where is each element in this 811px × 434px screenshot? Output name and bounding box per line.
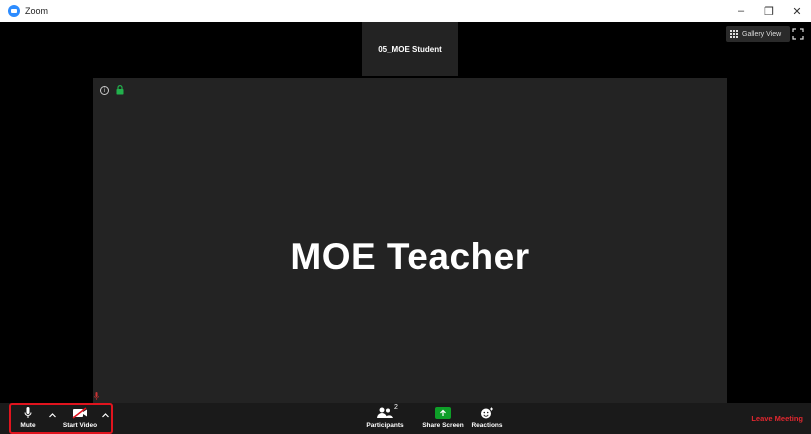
participants-button[interactable]: Participants bbox=[362, 403, 408, 434]
restore-button[interactable]: ❐ bbox=[755, 0, 783, 22]
meeting-toolbar: Mute Start Video Participants 2 Share Sc… bbox=[0, 403, 811, 434]
minimize-button[interactable]: – bbox=[727, 0, 755, 22]
active-speaker-name: MOE Teacher bbox=[290, 236, 530, 277]
chevron-up-icon[interactable] bbox=[48, 411, 57, 420]
main-video-panel: i MOE Teacher bbox=[93, 78, 727, 405]
reactions-label: Reactions bbox=[471, 422, 503, 429]
meeting-area: 05_MOE Student Gallery View i MOE Teache… bbox=[8, 22, 811, 405]
share-screen-button[interactable]: Share Screen bbox=[421, 403, 465, 434]
participants-label: Participants bbox=[366, 422, 404, 429]
reactions-button[interactable]: Reactions bbox=[470, 403, 504, 434]
title-bar: Zoom – ❐ ✕ bbox=[0, 0, 811, 22]
info-icon[interactable]: i bbox=[100, 86, 109, 95]
video-off-icon bbox=[72, 407, 87, 419]
close-button[interactable]: ✕ bbox=[783, 0, 811, 22]
gallery-view-label: Gallery View bbox=[742, 30, 782, 38]
start-video-label: Start Video bbox=[62, 422, 98, 429]
mute-button[interactable]: Mute bbox=[13, 403, 43, 434]
thumbnail-name: 05_MOE Student bbox=[378, 44, 442, 54]
start-video-button[interactable]: Start Video bbox=[60, 403, 100, 434]
gallery-view-button[interactable]: Gallery View bbox=[726, 26, 790, 42]
microphone-muted-icon bbox=[94, 392, 99, 400]
leave-meeting-button[interactable]: Leave Meeting bbox=[751, 403, 803, 434]
microphone-icon bbox=[24, 407, 32, 418]
participants-icon bbox=[377, 407, 393, 418]
fullscreen-icon[interactable] bbox=[792, 28, 804, 40]
share-screen-icon bbox=[435, 407, 451, 419]
participant-thumbnail[interactable]: 05_MOE Student bbox=[362, 22, 458, 76]
window-controls: – ❐ ✕ bbox=[727, 0, 811, 22]
lock-icon[interactable] bbox=[116, 85, 124, 95]
chevron-up-icon[interactable] bbox=[101, 411, 110, 420]
reactions-icon bbox=[481, 407, 493, 419]
window-title: Zoom bbox=[25, 6, 49, 16]
share-screen-label: Share Screen bbox=[422, 422, 464, 429]
mute-label: Mute bbox=[20, 422, 36, 429]
grid-icon bbox=[730, 30, 738, 38]
zoom-icon bbox=[8, 5, 20, 17]
participants-count-badge: 2 bbox=[394, 404, 398, 411]
